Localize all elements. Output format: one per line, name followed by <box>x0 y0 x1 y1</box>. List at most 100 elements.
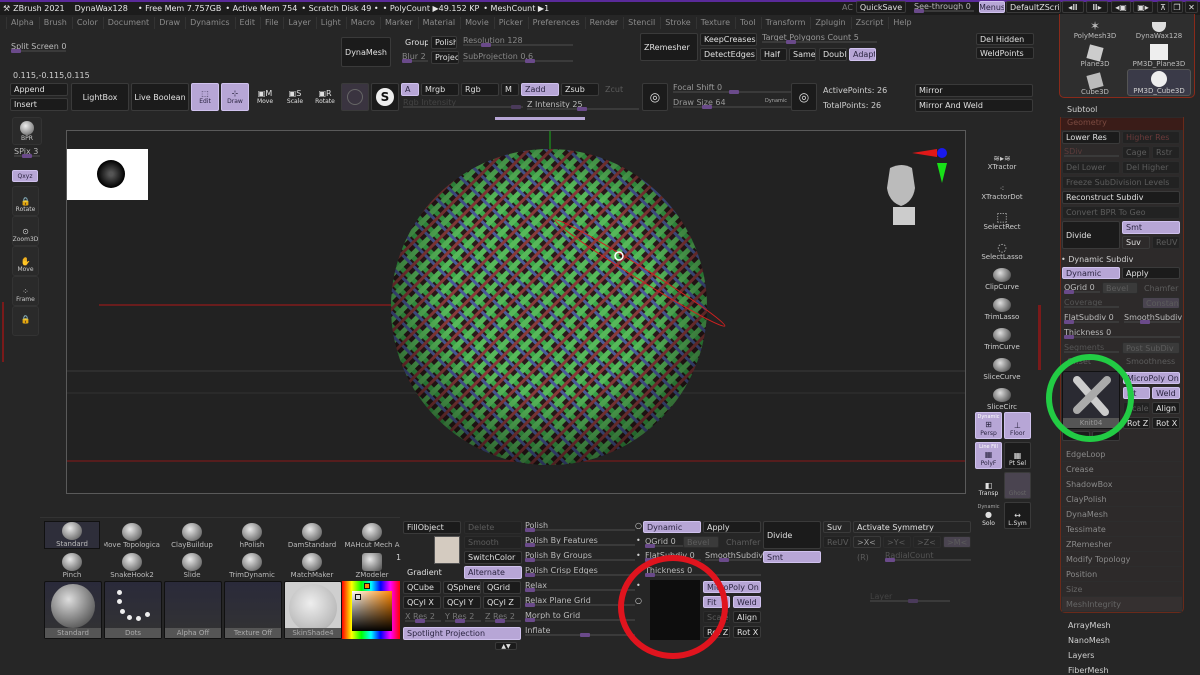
menu-stroke[interactable]: Stroke <box>660 16 695 29</box>
sym-z-button[interactable]: >Z< <box>913 536 941 548</box>
menu-zplugin[interactable]: Zplugin <box>810 16 849 29</box>
zres-slider[interactable]: Z Res 2 <box>485 612 521 623</box>
xres-slider[interactable]: X Res 2 <box>405 612 441 623</box>
brush-damstandard[interactable]: DamStandard <box>284 521 340 549</box>
draw-button[interactable]: ⊹ Draw <box>221 83 249 111</box>
bottom-tray-toggle-icon[interactable]: ▲▼ <box>495 642 517 650</box>
layout-left-icon[interactable]: ◂▣ <box>1111 1 1131 13</box>
deform-knob[interactable] <box>525 573 535 577</box>
see-through-knob[interactable] <box>914 9 924 13</box>
current-brush-button[interactable]: Standard <box>44 581 102 639</box>
groups-button[interactable]: Groups <box>401 36 429 49</box>
deform-features-toggle-icon[interactable]: • <box>636 536 641 545</box>
bottom-bevel-button[interactable]: Bevel <box>683 536 719 548</box>
bottom-apply-button[interactable]: Apply <box>703 521 761 533</box>
qcube-button[interactable]: QCube <box>403 581 441 594</box>
chamfer-button[interactable]: Chamfer <box>1140 282 1180 294</box>
rgb-button[interactable]: Rgb <box>461 83 499 96</box>
z-intensity-knob[interactable] <box>577 107 587 111</box>
deform-polish-groups-slider[interactable]: Polish By Groups <box>525 551 635 562</box>
zadd-button[interactable]: Zadd <box>521 83 559 96</box>
del-higher-button[interactable]: Del Higher <box>1122 161 1180 174</box>
frame-button[interactable]: ⁘ Frame <box>12 276 39 306</box>
brush-mahcut[interactable]: MAHcut Mech A <box>344 521 400 549</box>
lower-res-button[interactable]: Lower Res <box>1062 131 1120 144</box>
menu-tool[interactable]: Tool <box>735 16 760 29</box>
radialcount-knob[interactable] <box>885 558 895 562</box>
menu-stencil[interactable]: Stencil <box>623 16 659 29</box>
reuv-button[interactable]: ReUV <box>1152 236 1180 249</box>
menu-file[interactable]: File <box>260 16 282 29</box>
project-button[interactable]: Project <box>431 51 459 64</box>
bottom-weld-button[interactable]: Weld <box>733 596 761 608</box>
split-screen-knob[interactable] <box>11 49 21 53</box>
lightbox-button[interactable]: LightBox <box>71 83 129 111</box>
panel-zremesher[interactable]: ZRemesher <box>1062 537 1182 552</box>
panel-shadowbox[interactable]: ShadowBox <box>1062 477 1182 492</box>
scroll-indicator[interactable] <box>495 117 585 120</box>
smoothness-label[interactable]: Smoothness <box>1126 357 1175 366</box>
deform-knob[interactable] <box>525 588 535 592</box>
left-tray-handle[interactable] <box>2 302 4 362</box>
brush-standard[interactable]: Standard <box>44 521 100 549</box>
palette-right-icon[interactable]: Ⅲ▸ <box>1086 1 1108 13</box>
sym-y-button[interactable]: >Y< <box>883 536 911 548</box>
zremesher-button[interactable]: ZRemesher <box>640 33 698 61</box>
menu-draw[interactable]: Draw <box>154 16 184 29</box>
bottom-qgrid-slider[interactable]: QGrid 0 <box>645 537 685 548</box>
fibermesh-header[interactable]: FiberMesh <box>1068 666 1109 675</box>
qcylx-button[interactable]: QCyl X <box>403 596 441 609</box>
menu-document[interactable]: Document <box>102 16 153 29</box>
minimize-icon[interactable]: ⊼ <box>1157 1 1169 13</box>
persp-button[interactable]: Dynamic ⊞ Persp <box>975 412 1002 439</box>
stroke-d-button[interactable]: ◎ <box>791 83 817 111</box>
quicksave-button[interactable]: QuickSave <box>856 1 906 13</box>
slicecirc-button[interactable]: SliceCirc <box>980 383 1024 411</box>
menu-picker[interactable]: Picker <box>493 16 527 29</box>
brush-trimdynamic[interactable]: TrimDynamic <box>224 551 280 579</box>
divide-button[interactable]: Divide <box>1062 221 1120 249</box>
layers-header[interactable]: Layers <box>1068 651 1094 660</box>
trimlasso-button[interactable]: TrimLasso <box>980 293 1024 321</box>
mrgb-button[interactable]: Mrgb <box>421 83 459 96</box>
resolution-slider[interactable]: Resolution 128 <box>463 36 573 47</box>
target-polygons-knob[interactable] <box>786 40 796 44</box>
gizmo-button[interactable] <box>341 83 369 111</box>
insert-button[interactable]: Insert <box>10 98 68 111</box>
panel-modify-topology[interactable]: Modify Topology <box>1062 552 1182 567</box>
thumb-pm3d-plane3d[interactable]: PM3D_Plane3D <box>1128 42 1190 68</box>
bottom-smt-button[interactable]: Smt <box>763 551 821 563</box>
selectlasso-button[interactable]: ◌ SelectLasso <box>980 233 1024 261</box>
spotlight-projection-button[interactable]: Spotlight Projection <box>403 627 521 640</box>
menu-macro[interactable]: Macro <box>345 16 379 29</box>
zsub-button[interactable]: Zsub <box>561 83 599 96</box>
gradient-button[interactable]: Gradient <box>403 566 461 579</box>
pt-sel-button[interactable]: ▦ Pt Sel <box>1004 442 1031 469</box>
deform-relax-slider[interactable]: Relax <box>525 581 635 592</box>
rot-x-button[interactable]: Rot X <box>1152 417 1180 429</box>
sym-radial-button[interactable]: (R) <box>853 551 881 563</box>
trimcurve-button[interactable]: TrimCurve <box>980 323 1024 351</box>
bottom-dynamic-button[interactable]: Dynamic <box>643 521 701 533</box>
move-button[interactable]: ▣M Move <box>251 83 279 111</box>
close-icon[interactable]: ✕ <box>1185 1 1198 13</box>
clipcurve-button[interactable]: ClipCurve <box>980 263 1024 291</box>
m-button[interactable]: M <box>501 83 519 96</box>
panel-dynamesh[interactable]: DynaMesh <box>1062 507 1182 522</box>
micropoly-on-button[interactable]: MicroPoly On <box>1123 372 1180 384</box>
post-subdiv-button[interactable]: Post SubDiv <box>1122 342 1180 354</box>
menu-edit[interactable]: Edit <box>234 16 260 29</box>
thickness-knob[interactable] <box>1064 335 1074 339</box>
bottom-suv-button[interactable]: Suv <box>823 521 851 533</box>
reconstruct-subdiv-button[interactable]: Reconstruct Subdiv <box>1062 191 1180 204</box>
panel-edgeloop[interactable]: EdgeLoop <box>1062 447 1182 462</box>
polyf-button[interactable]: Line Fill ▦ PolyF <box>975 442 1002 469</box>
bottom-smoothsubdiv-slider[interactable]: SmoothSubdiv <box>705 551 763 562</box>
sdiv-slider[interactable]: SDiv <box>1064 147 1119 157</box>
palette-left-icon[interactable]: ◂Ⅲ <box>1062 1 1084 13</box>
draw-size-knob[interactable] <box>702 105 712 109</box>
panel-claypolish[interactable]: ClayPolish <box>1062 492 1182 507</box>
lock-button[interactable]: 🔒 <box>12 306 39 336</box>
deform-knob[interactable] <box>525 543 535 547</box>
nanomesh-header[interactable]: NanoMesh <box>1068 636 1110 645</box>
